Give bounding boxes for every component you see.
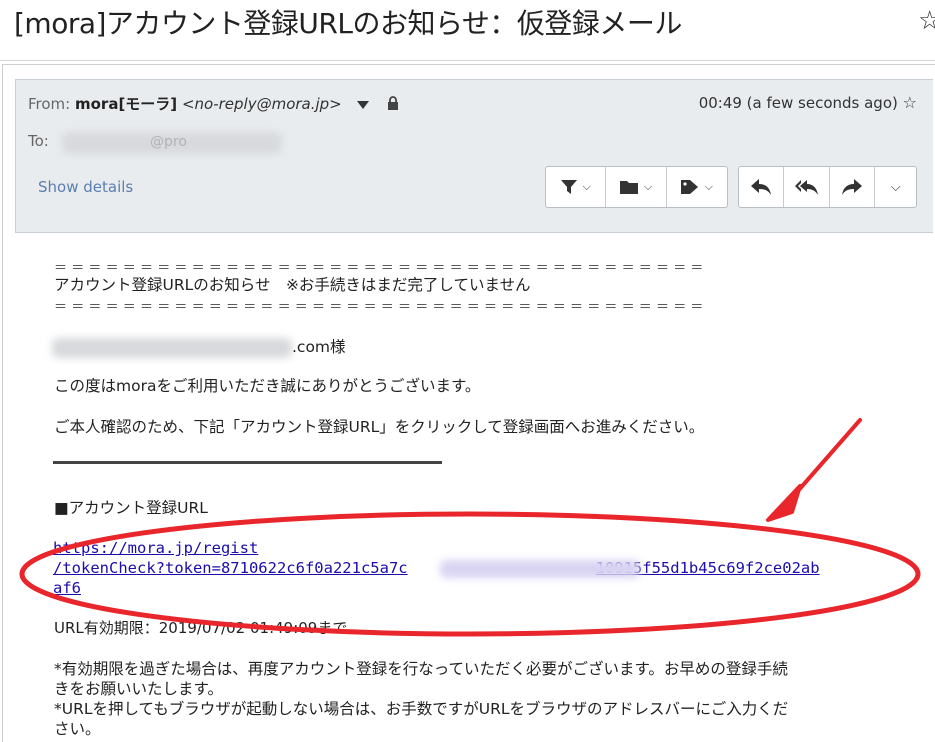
note-1a: *有効期限を過ぎた場合は、再度アカウント登録を行なっていただく必要がございます。… bbox=[54, 660, 788, 678]
divider bbox=[0, 60, 935, 61]
section-title: ■アカウント登録URL bbox=[54, 499, 208, 517]
chevron-down-icon[interactable] bbox=[356, 100, 369, 109]
action-toolbar-right: ⌵ bbox=[738, 166, 917, 208]
lock-icon bbox=[387, 96, 399, 114]
link-line-2-head[interactable]: /tokenCheck?token=8710622c6f0a221c5a7c bbox=[53, 559, 408, 577]
timestamp-text: 00:49 (a few seconds ago) bbox=[698, 94, 898, 112]
note-2a: *URLを押してもブラウザが起動しない場合は、お手数ですがURLをブラウザのアド… bbox=[54, 700, 789, 718]
reply-all-button[interactable] bbox=[784, 167, 830, 207]
forward-icon bbox=[842, 179, 863, 195]
note-1b: きをお願いいたします。 bbox=[54, 680, 223, 698]
chevron-down-icon: ⌵ bbox=[643, 180, 653, 193]
timestamp: 00:49 (a few seconds ago) ☆ bbox=[699, 93, 917, 112]
rule-line-bottom: ＝＝＝＝＝＝＝＝＝＝＝＝＝＝＝＝＝＝＝＝＝＝＝＝＝＝＝＝＝＝＝＝＝＝＝＝＝＝ bbox=[54, 300, 708, 315]
tag-button[interactable]: ⌵ bbox=[667, 167, 727, 207]
forward-button[interactable] bbox=[830, 167, 876, 207]
chevron-down-icon: ⌵ bbox=[890, 179, 901, 195]
link-line-2[interactable]: /tokenCheck?token=8710622c6f0a221c5a7c 10… bbox=[53, 558, 820, 578]
to-label: To: bbox=[28, 132, 49, 150]
star-icon[interactable]: ☆ bbox=[903, 93, 917, 112]
reply-button[interactable] bbox=[739, 167, 785, 207]
horizontal-rule bbox=[53, 461, 442, 464]
to-partial: @pro bbox=[150, 134, 187, 150]
reply-all-icon bbox=[794, 180, 818, 195]
expiry-text: URL有効期限：2019/07/02 01:49:09まで bbox=[54, 619, 348, 637]
move-to-folder-button[interactable]: ⌵ bbox=[606, 167, 667, 207]
chevron-down-icon: ⌵ bbox=[704, 180, 714, 193]
thanks-text: この度はmoraをご利用いただき誠にありがとうございます。 bbox=[54, 377, 481, 395]
reply-icon bbox=[751, 179, 772, 195]
from-line: From: mora[モーラ] <no-reply@mora.jp> bbox=[28, 93, 399, 114]
registration-link[interactable]: https://mora.jp/regist /tokenCheck?token… bbox=[53, 538, 820, 598]
link-line-1[interactable]: https://mora.jp/regist bbox=[53, 538, 820, 558]
body-heading: アカウント登録URLのお知らせ ※お手続きはまだ完了していません bbox=[54, 276, 531, 294]
filter-button[interactable]: ⌵ bbox=[546, 167, 607, 207]
action-toolbar-left: ⌵ ⌵ ⌵ bbox=[545, 166, 728, 208]
note-2b: さい。 bbox=[54, 720, 101, 738]
recipient-suffix: .com様 bbox=[292, 338, 346, 356]
redacted-token bbox=[440, 560, 640, 578]
tag-icon bbox=[680, 180, 698, 194]
folder-icon bbox=[619, 181, 638, 194]
email-subject: [mora]アカウント登録URLのお知らせ：仮登録メール bbox=[14, 7, 682, 40]
sender-address[interactable]: <no-reply@mora.jp> bbox=[182, 95, 342, 113]
sender-name[interactable]: mora[モーラ] bbox=[75, 95, 177, 113]
link-line-3[interactable]: af6 bbox=[53, 578, 820, 598]
more-actions-button[interactable]: ⌵ bbox=[875, 167, 916, 207]
from-label: From: bbox=[28, 95, 71, 113]
to-line: To: bbox=[28, 132, 49, 150]
filter-icon bbox=[560, 180, 577, 194]
chevron-down-icon: ⌵ bbox=[582, 180, 591, 193]
instruction-text: ご本人確認のため、下記「アカウント登録URL」をクリックして登録画面へお進みくだ… bbox=[54, 418, 705, 436]
show-details-link[interactable]: Show details bbox=[38, 178, 133, 196]
star-icon[interactable]: ☆ bbox=[918, 6, 935, 36]
redacted-email bbox=[52, 338, 292, 358]
